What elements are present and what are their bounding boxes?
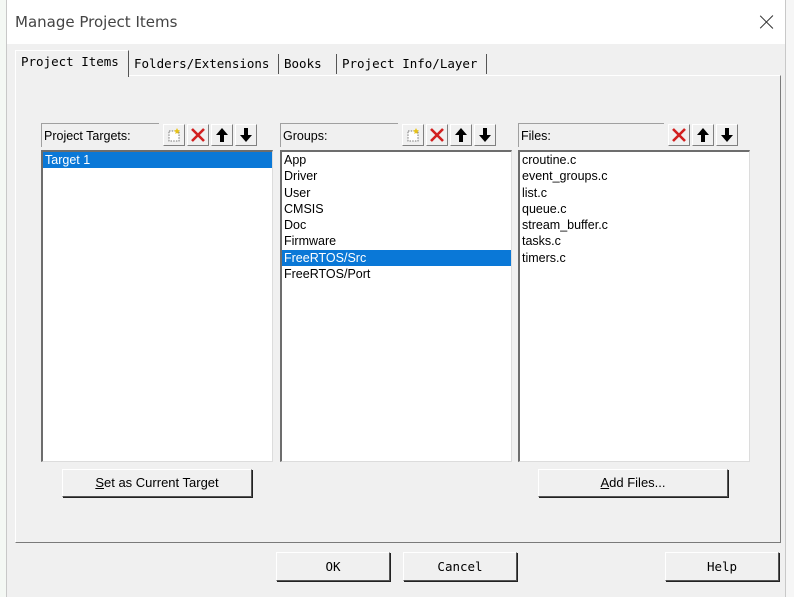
add-files-accel: A: [600, 475, 610, 490]
files-header: Files:: [518, 123, 750, 147]
list-item[interactable]: Doc: [282, 217, 511, 233]
groups-move-up-button[interactable]: [450, 124, 472, 146]
delete-icon: [190, 127, 206, 143]
files-move-up-button[interactable]: [692, 124, 714, 146]
move-up-icon: [215, 127, 229, 143]
ok-button[interactable]: OK: [276, 552, 390, 581]
list-item[interactable]: FreeRTOS/Port: [282, 266, 511, 282]
cancel-button[interactable]: Cancel: [403, 552, 517, 581]
files-label: Files:: [518, 123, 664, 147]
files-move-down-button[interactable]: [716, 124, 738, 146]
files-listbox[interactable]: croutine.c event_groups.c list.c queue.c str…: [518, 150, 750, 462]
manage-project-items-dialog: Manage Project Items Project Items Folde…: [6, 0, 786, 597]
list-item[interactable]: CMSIS: [282, 201, 511, 217]
background-editor-right: [786, 0, 794, 597]
new-item-icon: [166, 127, 182, 143]
groups-header: Groups:: [280, 123, 512, 147]
list-item[interactable]: Firmware: [282, 233, 511, 249]
list-item[interactable]: tasks.c: [520, 233, 749, 249]
tab-project-items[interactable]: Project Items: [15, 50, 129, 77]
list-item[interactable]: User: [282, 185, 511, 201]
list-item[interactable]: stream_buffer.c: [520, 217, 749, 233]
title-bar[interactable]: Manage Project Items: [7, 0, 785, 44]
delete-icon: [429, 127, 445, 143]
list-item[interactable]: queue.c: [520, 201, 749, 217]
groups-move-down-button[interactable]: [474, 124, 496, 146]
list-item[interactable]: App: [282, 152, 511, 168]
targets-new-button[interactable]: [163, 124, 185, 146]
move-down-icon: [720, 127, 734, 143]
dialog-client-area: Project Items Folders/Extensions Books P…: [7, 44, 785, 597]
delete-icon: [671, 127, 687, 143]
groups-label: Groups:: [280, 123, 398, 147]
targets-label: Project Targets:: [41, 123, 159, 147]
groups-delete-button[interactable]: [426, 124, 448, 146]
groups-new-button[interactable]: [402, 124, 424, 146]
project-items-panel: Project Targets: Target 1 Groups: App Dr…: [15, 75, 781, 543]
add-files-button[interactable]: Add Files...: [538, 469, 728, 497]
window-title: Manage Project Items: [15, 13, 178, 31]
move-down-icon: [478, 127, 492, 143]
list-item[interactable]: FreeRTOS/Src: [282, 249, 511, 267]
set-current-target-accel: S: [95, 475, 104, 490]
list-item[interactable]: event_groups.c: [520, 168, 749, 184]
set-current-target-label: et as Current Target: [104, 475, 219, 490]
list-item[interactable]: Driver: [282, 168, 511, 184]
tab-project-info-layer[interactable]: Project Info/Layer: [337, 54, 487, 74]
add-files-label: dd Files...: [609, 475, 666, 490]
list-item[interactable]: timers.c: [520, 250, 749, 266]
tab-books[interactable]: Books: [279, 54, 337, 74]
list-item[interactable]: croutine.c: [520, 152, 749, 168]
groups-listbox[interactable]: App Driver User CMSIS Doc Firmware FreeRTOS/Sr…: [280, 150, 512, 462]
list-item[interactable]: Target 1: [43, 152, 272, 169]
set-current-target-button[interactable]: Set as Current Target: [62, 469, 252, 497]
targets-listbox[interactable]: Target 1: [41, 150, 273, 462]
move-up-icon: [696, 127, 710, 143]
targets-delete-button[interactable]: [187, 124, 209, 146]
targets-move-down-button[interactable]: [235, 124, 257, 146]
list-item[interactable]: list.c: [520, 185, 749, 201]
move-up-icon: [454, 127, 468, 143]
close-icon[interactable]: [755, 10, 779, 34]
targets-header: Project Targets:: [41, 123, 281, 147]
targets-move-up-button[interactable]: [211, 124, 233, 146]
tab-folders-extensions[interactable]: Folders/Extensions: [129, 54, 279, 74]
files-delete-button[interactable]: [668, 124, 690, 146]
help-button[interactable]: Help: [665, 552, 779, 581]
new-item-icon: [405, 127, 421, 143]
move-down-icon: [239, 127, 253, 143]
